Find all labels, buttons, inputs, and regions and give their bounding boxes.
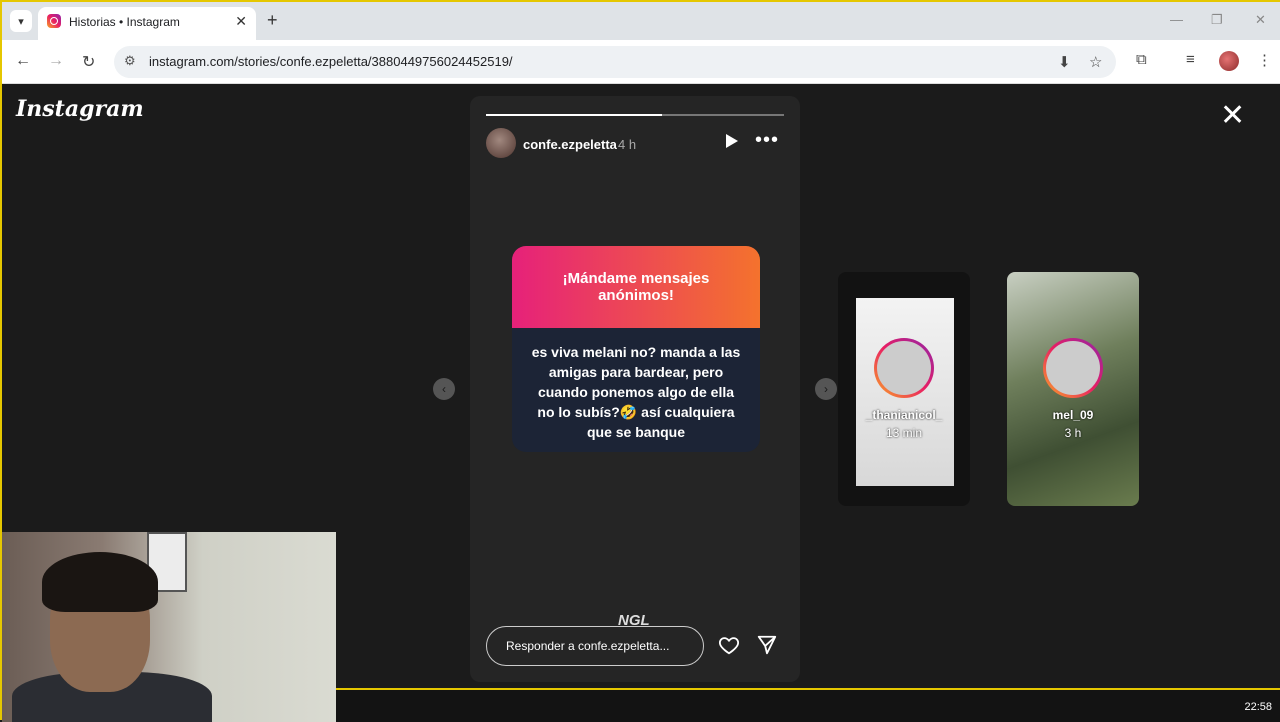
- webcam-overlay: [2, 532, 336, 722]
- browser-toolbar: ← → ↻ ⚙ instagram.com/stories/confe.ezpe…: [2, 40, 1280, 84]
- story-username[interactable]: confe.ezpeletta: [523, 137, 617, 152]
- preview-avatar: [874, 338, 934, 398]
- install-app-icon[interactable]: ⬇: [1058, 53, 1071, 71]
- chevron-down-icon: ▾: [18, 15, 24, 28]
- new-tab-button[interactable]: +: [267, 10, 278, 31]
- minimize-button[interactable]: —: [1170, 12, 1183, 27]
- preview-username: _thanianicol_: [865, 408, 943, 422]
- restore-button[interactable]: ❐: [1211, 12, 1223, 28]
- preview-time: 3 h: [1064, 426, 1082, 440]
- card-message: es viva melani no? manda a las amigas pa…: [531, 344, 741, 440]
- site-info-icon[interactable]: ⚙: [124, 53, 136, 69]
- back-button[interactable]: ←: [15, 52, 31, 70]
- reload-button[interactable]: ↻: [82, 52, 95, 72]
- person-hair: [42, 552, 158, 612]
- instagram-logo[interactable]: Instagram: [16, 96, 144, 122]
- preview-time: 13 min: [885, 426, 923, 440]
- heart-icon[interactable]: [718, 634, 740, 656]
- reply-input[interactable]: Responder a confe.ezpeletta...: [486, 626, 704, 666]
- tab-close-icon[interactable]: ✕: [235, 13, 247, 30]
- more-options-icon[interactable]: •••: [755, 129, 779, 152]
- play-icon[interactable]: [726, 134, 738, 148]
- bookmark-star-icon[interactable]: ☆: [1089, 53, 1102, 71]
- story-viewer: confe.ezpeletta 4 h ••• ¡Mándame mensaje…: [470, 96, 800, 682]
- ngl-question-card: ¡Mándame mensajes anónimos! es viva mela…: [512, 246, 760, 452]
- extensions-icon[interactable]: ⧉: [1136, 51, 1147, 68]
- url-text: instagram.com/stories/confe.ezpeletta/38…: [149, 54, 513, 69]
- tab-strip: ▾ Historias • Instagram ✕ + — ❐ ✕: [2, 2, 1280, 40]
- taskbar: 22:58: [336, 688, 1280, 722]
- story-progress-fill: [486, 114, 662, 116]
- story-user-avatar[interactable]: [486, 128, 516, 158]
- browser-tab[interactable]: Historias • Instagram ✕: [38, 7, 256, 40]
- reply-placeholder: Responder a confe.ezpeletta...: [506, 639, 670, 653]
- instagram-favicon-icon: [47, 14, 61, 28]
- menu-kebab-icon[interactable]: ⋮: [1257, 51, 1272, 69]
- window-close-button[interactable]: ✕: [1255, 12, 1266, 28]
- card-header: ¡Mándame mensajes anónimos!: [512, 246, 760, 328]
- tab-search-button[interactable]: ▾: [10, 10, 32, 32]
- taskbar-clock: 22:58: [1244, 701, 1272, 713]
- media-controls-icon[interactable]: ≡: [1186, 51, 1195, 68]
- story-progress-bar: [486, 114, 784, 116]
- forward-button[interactable]: →: [48, 52, 64, 70]
- profile-avatar[interactable]: [1219, 51, 1239, 71]
- previous-story-arrow[interactable]: ‹: [433, 378, 455, 400]
- preview-avatar: [1043, 338, 1103, 398]
- story-preview[interactable]: _thanianicol_ 13 min: [838, 272, 970, 506]
- send-icon[interactable]: [756, 634, 778, 656]
- next-story-arrow[interactable]: ›: [815, 378, 837, 400]
- address-bar[interactable]: ⚙ instagram.com/stories/confe.ezpeletta/…: [114, 46, 1116, 78]
- close-stories-icon[interactable]: ✕: [1220, 101, 1245, 131]
- tab-title: Historias • Instagram: [69, 15, 180, 29]
- story-time: 4 h: [618, 137, 637, 152]
- story-preview[interactable]: mel_09 3 h: [1007, 272, 1139, 506]
- screen-frame: ▾ Historias • Instagram ✕ + — ❐ ✕ ← → ↻ …: [0, 0, 1280, 722]
- preview-username: mel_09: [1052, 408, 1094, 422]
